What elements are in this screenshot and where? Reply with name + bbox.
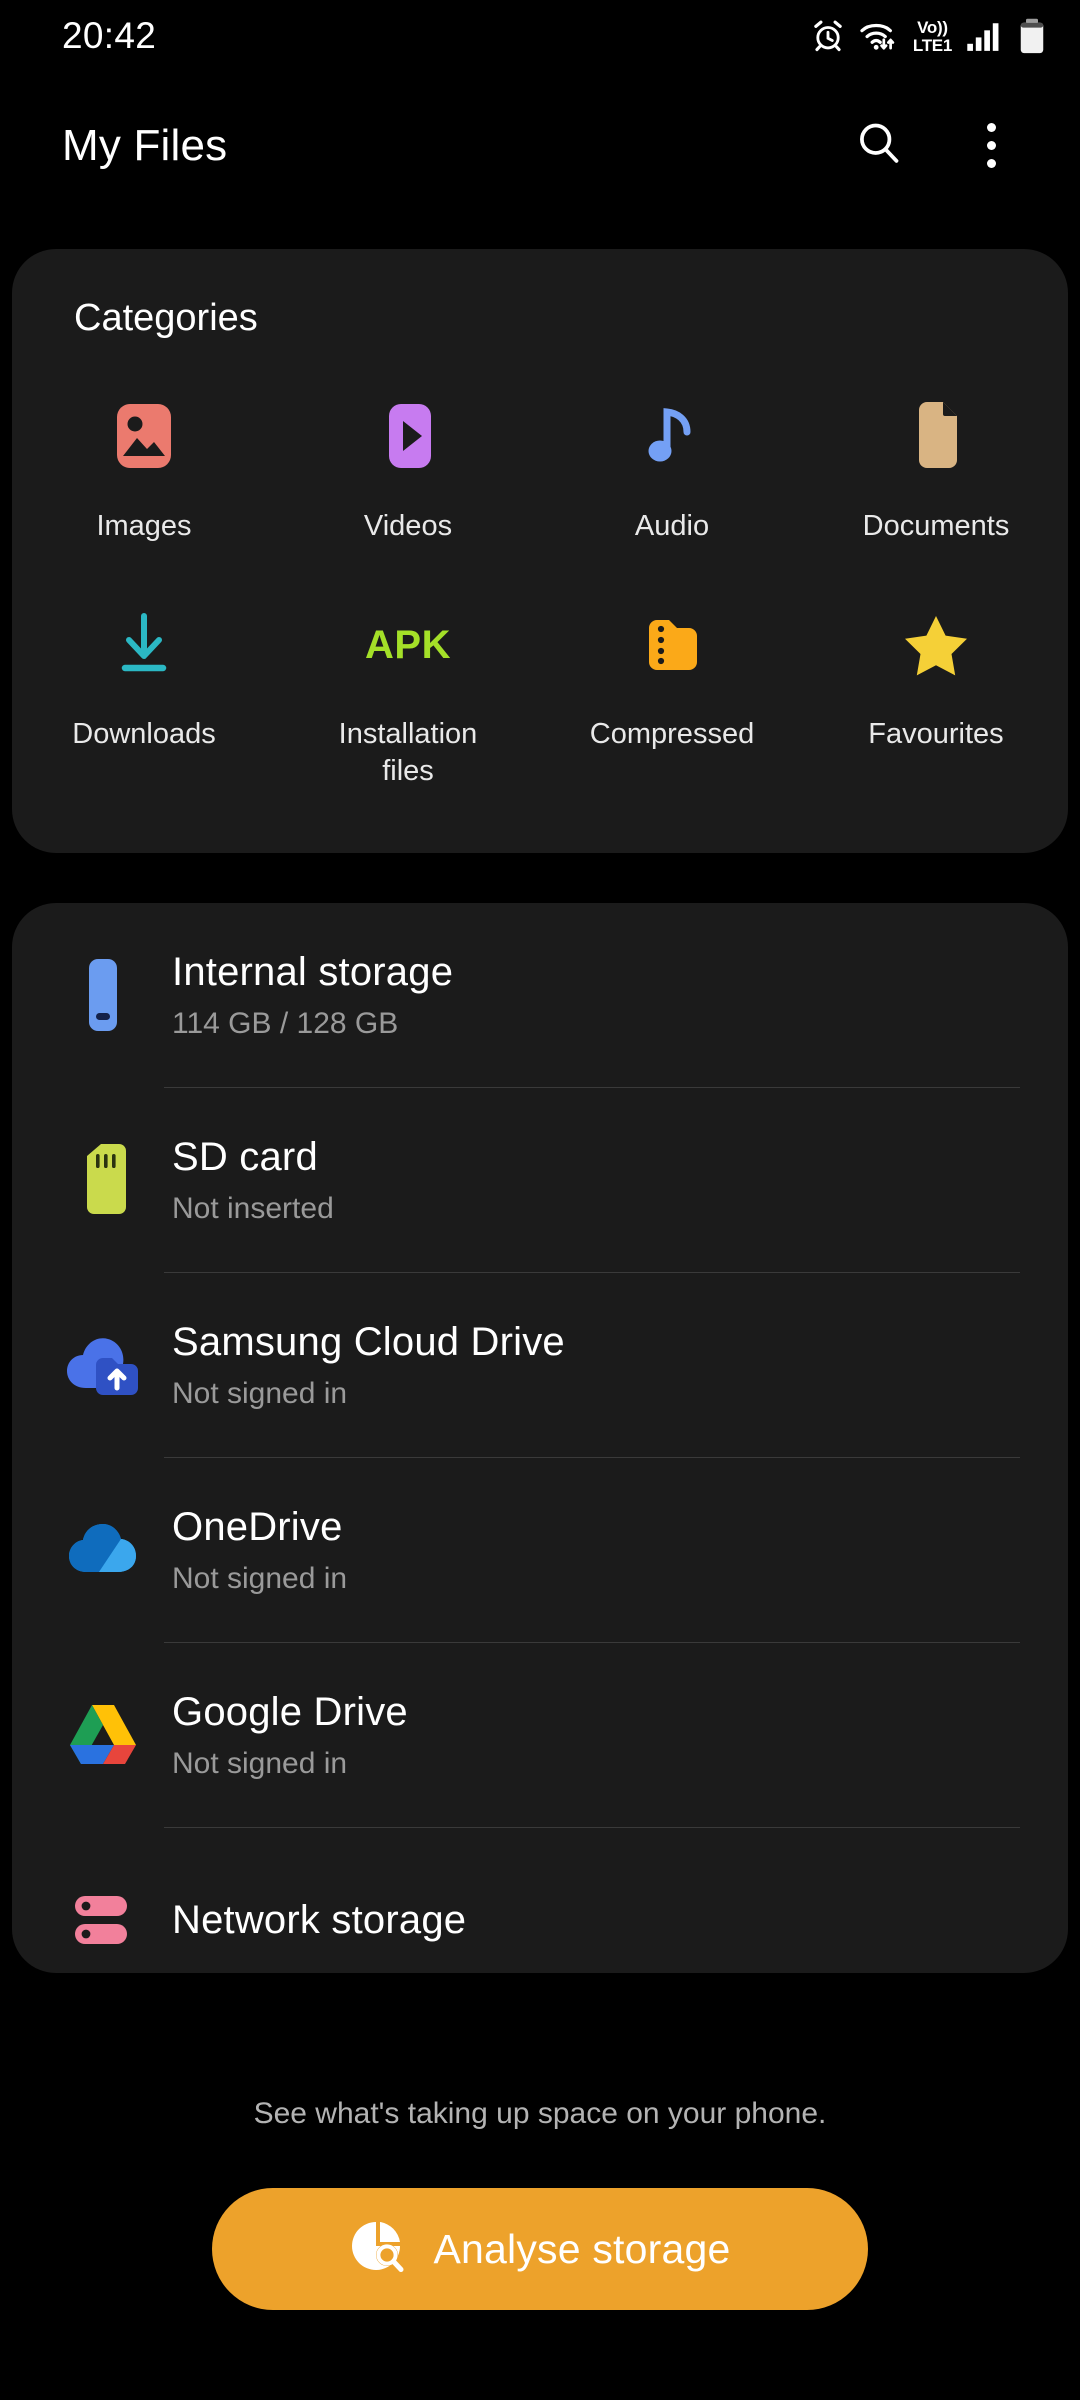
star-icon [891, 600, 981, 690]
category-label: Compressed [589, 718, 755, 750]
storage-item-text: OneDrive Not signed in [172, 1505, 347, 1596]
samsung-cloud-icon [60, 1322, 146, 1408]
volte-label-bottom: LTE1 [912, 35, 952, 55]
app-bar-actions [840, 107, 1030, 185]
category-label: Audio [634, 510, 710, 542]
storage-item-text: Internal storage 114 GB / 128 GB [172, 950, 453, 1041]
apk-icon: APK [363, 600, 453, 690]
storage-item-title: Samsung Cloud Drive [172, 1319, 565, 1364]
storage-item-network-storage[interactable]: Network storage [12, 1828, 1068, 2012]
analyse-storage-button[interactable]: Analyse storage [212, 2188, 868, 2310]
more-options-button[interactable] [952, 107, 1030, 185]
search-icon [854, 118, 904, 173]
storage-item-sd-card[interactable]: SD card Not inserted [12, 1088, 1068, 1272]
audio-note-icon [627, 392, 717, 482]
category-item-downloads[interactable]: Downloads [12, 582, 276, 790]
status-bar-icons: Vo)) LTE1 [811, 18, 1046, 54]
storage-item-text: Samsung Cloud Drive Not signed in [172, 1320, 565, 1411]
category-label: Favourites [868, 718, 1004, 750]
storage-item-onedrive[interactable]: OneDrive Not signed in [12, 1458, 1068, 1642]
categories-title: Categories [74, 297, 258, 339]
zip-folder-icon [627, 600, 717, 690]
wifi-icon [859, 19, 899, 53]
app-bar: My Files [0, 93, 1080, 198]
category-item-videos[interactable]: Videos [276, 374, 540, 582]
phone-icon [60, 952, 146, 1038]
storage-item-text: Network storage [172, 1898, 466, 1943]
apk-label: APK [365, 622, 451, 667]
storage-item-text: SD card Not inserted [172, 1135, 334, 1226]
storage-card: Internal storage 114 GB / 128 GB SD card… [12, 903, 1068, 1973]
storage-item-text: Google Drive Not signed in [172, 1690, 408, 1781]
storage-item-internal-storage[interactable]: Internal storage 114 GB / 128 GB [12, 903, 1068, 1087]
category-item-favourites[interactable]: Favourites [804, 582, 1068, 790]
page-title: My Files [62, 120, 228, 170]
status-bar: 20:42 Vo)) LTE1 [0, 0, 1080, 72]
document-icon [891, 392, 981, 482]
categories-grid: Images Videos Audio Documents Downloads … [12, 374, 1068, 790]
category-item-audio[interactable]: Audio [540, 374, 804, 582]
category-item-installation-files[interactable]: APK Installation files [276, 582, 540, 790]
search-button[interactable] [840, 107, 918, 185]
signal-bars-icon [966, 19, 1004, 53]
video-icon [363, 392, 453, 482]
download-arrow-icon [99, 600, 189, 690]
category-item-documents[interactable]: Documents [804, 374, 1068, 582]
alarm-icon [811, 19, 845, 53]
storage-item-subtitle: Not signed in [172, 1376, 348, 1410]
network-storage-icon [60, 1877, 146, 1963]
storage-list: Internal storage 114 GB / 128 GB SD card… [12, 903, 1068, 2012]
category-label: Images [96, 510, 192, 542]
google-drive-icon [60, 1692, 146, 1778]
onedrive-icon [60, 1507, 146, 1593]
storage-item-title: SD card [172, 1134, 318, 1179]
category-item-compressed[interactable]: Compressed [540, 582, 804, 790]
category-item-images[interactable]: Images [12, 374, 276, 582]
storage-item-subtitle: Not signed in [172, 1561, 348, 1595]
storage-item-google-drive[interactable]: Google Drive Not signed in [12, 1643, 1068, 1827]
categories-card: Categories Images Videos Audio Documents… [12, 249, 1068, 853]
volte-label-top: Vo)) [917, 17, 948, 37]
category-label: Documents [862, 510, 1010, 542]
storage-item-subtitle: Not inserted [172, 1191, 334, 1225]
storage-item-subtitle: 114 GB / 128 GB [172, 1006, 399, 1040]
storage-item-subtitle: Not signed in [172, 1746, 348, 1780]
storage-item-title: OneDrive [172, 1504, 343, 1549]
storage-item-samsung-cloud-drive[interactable]: Samsung Cloud Drive Not signed in [12, 1273, 1068, 1457]
storage-item-title: Network storage [172, 1897, 467, 1942]
category-label: Downloads [72, 718, 216, 750]
analyse-storage-label: Analyse storage [433, 2225, 731, 2272]
storage-analysis-icon [349, 2218, 407, 2281]
image-icon [99, 392, 189, 482]
battery-icon [1018, 18, 1046, 54]
storage-item-title: Google Drive [172, 1689, 408, 1734]
more-options-icon [986, 123, 996, 168]
sd-card-icon [60, 1137, 146, 1223]
status-bar-clock: 20:42 [62, 15, 157, 56]
storage-hint-text: See what's taking up space on your phone… [253, 2097, 827, 2130]
volte-icon: Vo)) LTE1 [913, 19, 952, 54]
category-label: Installation files [338, 718, 478, 787]
category-label: Videos [363, 510, 453, 542]
storage-item-title: Internal storage [172, 949, 454, 994]
